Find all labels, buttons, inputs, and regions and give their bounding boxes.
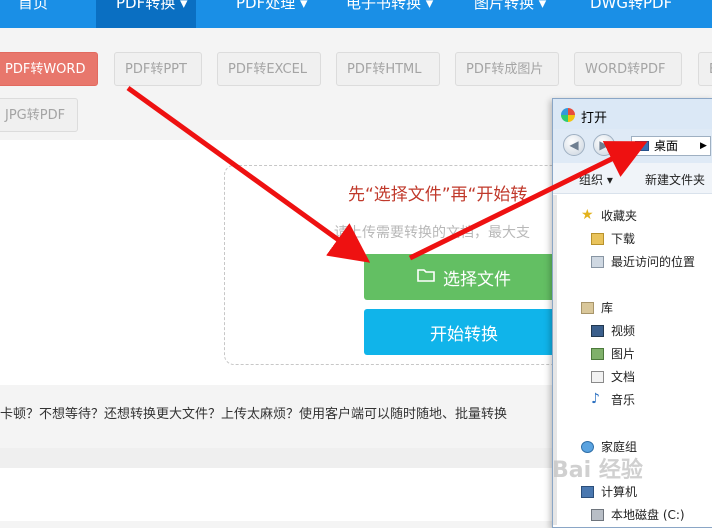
tree-label: 收藏夹	[601, 209, 638, 223]
library-icon	[581, 302, 594, 314]
choose-file-label: 选择文件	[443, 269, 511, 290]
address-bar[interactable]: 桌面 ▶	[631, 136, 711, 156]
upload-headline: 先“选择文件”再“开始转	[348, 185, 528, 205]
folder-icon	[417, 267, 435, 287]
promo-text: 卡顿？不想等待？还想转换更大文件？上传太麻烦？使用客户端可以随时随地、批量转换	[0, 407, 508, 422]
tab-pdf-to-html[interactable]: PDF转HTML	[336, 52, 440, 86]
top-nav: 首页 PDF转换 ▾ PDF处理 ▾ 电子书转换 ▾ 图片转换 ▾ DWG转PD…	[0, 0, 712, 28]
tree-label: 计算机	[601, 485, 638, 499]
computer-icon	[581, 486, 594, 498]
nav-ebook-convert[interactable]: 电子书转换 ▾	[346, 0, 433, 28]
tree-label: 库	[601, 301, 614, 315]
disk-icon	[591, 509, 604, 521]
tree-label: 本地磁盘 (C:)	[611, 508, 685, 522]
tree-label: 图片	[611, 347, 636, 361]
tree-label: 最近访问的位置	[611, 255, 696, 269]
dialog-toolbar: 组织 ▾ 新建文件夹	[553, 163, 712, 194]
tree-label: 视频	[611, 324, 636, 338]
app-icon	[561, 108, 575, 122]
history-dropdown-icon[interactable]: ▼	[619, 141, 625, 150]
download-folder-icon	[591, 233, 604, 245]
choose-file-button[interactable]: 选择文件	[364, 254, 564, 300]
nav-home[interactable]: 首页	[18, 0, 48, 28]
desktop-icon	[635, 141, 649, 151]
nav-pdf-convert[interactable]: PDF转换 ▾	[96, 0, 196, 28]
tree-label: 音乐	[611, 393, 636, 407]
upload-hint: 请上传需要转换的文档，最大支	[334, 225, 530, 241]
start-convert-label: 开始转换	[430, 324, 498, 345]
dialog-titlebar[interactable]: 打开	[553, 99, 712, 129]
tree-label: 文档	[611, 370, 636, 384]
nav-pdf-process[interactable]: PDF处理 ▾	[236, 0, 308, 28]
recent-places-icon	[591, 256, 604, 268]
nav-dwg-to-pdf[interactable]: DWG转PDF	[590, 0, 672, 28]
tab-pdf-to-word[interactable]: PDF转WORD	[0, 52, 98, 86]
tab-word-to-pdf[interactable]: WORD转PDF	[574, 52, 682, 86]
picture-icon	[591, 348, 604, 360]
tab-pdf-to-ppt[interactable]: PDF转PPT	[114, 52, 202, 86]
star-icon: ★	[581, 207, 594, 223]
address-text: 桌面	[654, 139, 679, 153]
start-convert-button[interactable]: 开始转换	[364, 309, 564, 355]
tab-pdf-to-excel[interactable]: PDF转EXCEL	[217, 52, 321, 86]
video-icon	[591, 325, 604, 337]
back-icon[interactable]: ◀	[563, 134, 585, 156]
baidu-watermark: Bai 经验	[552, 458, 643, 483]
organize-menu[interactable]: 组织 ▾	[579, 171, 613, 188]
document-icon	[591, 371, 604, 383]
tab-jpg-to-pdf[interactable]: JPG转PDF	[0, 98, 78, 132]
chevron-right-icon[interactable]: ▶	[700, 137, 707, 155]
music-icon: ♪	[591, 391, 600, 407]
dialog-navbar: ◀ ▶ ▼ 桌面 ▶	[553, 129, 712, 163]
tree-label: 下载	[611, 232, 636, 246]
nav-image-convert[interactable]: 图片转换 ▾	[474, 0, 546, 28]
forward-icon[interactable]: ▶	[593, 134, 615, 156]
new-folder-button[interactable]: 新建文件夹	[645, 171, 705, 188]
tab-pdf-to-image[interactable]: PDF转成图片	[455, 52, 559, 86]
tab-more[interactable]: E	[698, 52, 712, 86]
dialog-title: 打开	[581, 111, 608, 126]
